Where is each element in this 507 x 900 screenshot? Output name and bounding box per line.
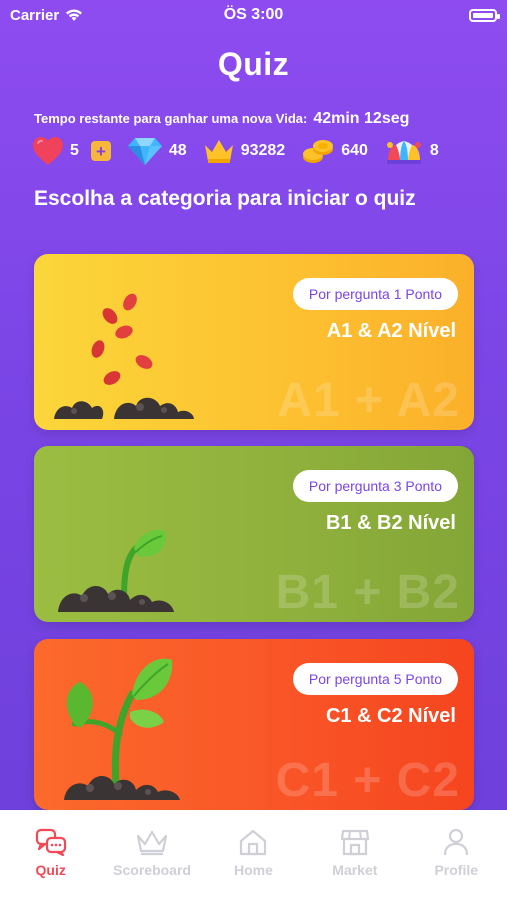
plant-illustration-icon (64, 658, 180, 800)
sprout-illustration-icon (58, 529, 174, 612)
wifi-icon (66, 9, 83, 21)
life-timer: Tempo restante para ganhar uma nova Vida… (34, 110, 409, 128)
page-title: Quiz (217, 46, 290, 82)
life-timer-value: 42min 12seg (313, 110, 410, 127)
tab-quiz[interactable]: Quiz (6, 828, 96, 900)
tab-bar: Quiz Scoreboard Home Market Profile (0, 810, 507, 900)
stat-lives: 5 + (32, 136, 111, 166)
category-card-c1-c2[interactable]: C1 + C2 Por pergunta 5 Ponto C1 & C2 Nív… (34, 639, 474, 810)
category-card-b1-b2[interactable]: B1 + B2 Por pergunta 3 Ponto B1 & B2 Nív… (34, 446, 474, 622)
stat-jokers: 8 (384, 137, 439, 165)
tab-market[interactable]: Market (310, 828, 400, 900)
home-icon (240, 829, 267, 856)
heart-icon (33, 137, 63, 165)
quiz-icon (35, 828, 66, 856)
level-label: A1 & A2 Nível (326, 320, 456, 342)
points-pill: Por pergunta 1 Ponto (292, 278, 458, 310)
stats-row: 5 + 48 93282 640 8 (32, 133, 482, 169)
stat-gems: 48 (127, 136, 187, 166)
level-label: C1 & C2 Nível (325, 705, 456, 727)
stat-crowns: 93282 (203, 137, 286, 165)
crowns-count: 93282 (240, 142, 286, 159)
coins-count: 640 (341, 142, 368, 159)
crown-icon (136, 830, 168, 856)
add-life-button[interactable]: + (90, 141, 111, 161)
category-card-a1-a2[interactable]: A1 + A2 Por pergunta 1 Ponto A1 & A2 Nív… (34, 254, 474, 430)
tab-label: Scoreboard (113, 862, 191, 878)
store-icon (340, 829, 369, 856)
tab-scoreboard[interactable]: Scoreboard (107, 828, 197, 900)
tab-home[interactable]: Home (208, 828, 298, 900)
card-watermark: C1 + C2 (275, 754, 460, 807)
level-label: B1 & B2 Nível (325, 512, 456, 534)
card-watermark: B1 + B2 (275, 566, 460, 619)
jester-hat-icon (386, 141, 421, 164)
seeds-illustration-icon (54, 293, 194, 419)
tab-label: Home (234, 862, 273, 878)
card-watermark: A1 + A2 (277, 374, 460, 427)
points-pill: Por pergunta 5 Ponto (292, 663, 458, 695)
crown-icon (204, 140, 233, 163)
diamond-icon (127, 138, 162, 165)
coins-icon (303, 140, 334, 163)
stat-coins: 640 (301, 137, 368, 165)
status-left: Carrier (10, 7, 83, 24)
tab-profile[interactable]: Profile (411, 828, 501, 900)
section-heading: Escolha a categoria para iniciar o quiz (34, 187, 416, 210)
points-pill: Por pergunta 3 Ponto (292, 470, 458, 502)
jokers-count: 8 (429, 142, 439, 159)
life-timer-label: Tempo restante para ganhar uma nova Vida… (34, 111, 308, 126)
tab-label: Market (332, 862, 378, 878)
status-bar: Carrier ÖS 3:00 (0, 0, 507, 30)
user-icon (444, 828, 469, 856)
gems-count: 48 (168, 142, 187, 159)
lives-count: 5 (70, 142, 79, 159)
battery-icon (469, 8, 500, 22)
tab-label: Quiz (35, 862, 66, 878)
tab-label: Profile (434, 862, 479, 878)
carrier-label: Carrier (10, 6, 60, 24)
